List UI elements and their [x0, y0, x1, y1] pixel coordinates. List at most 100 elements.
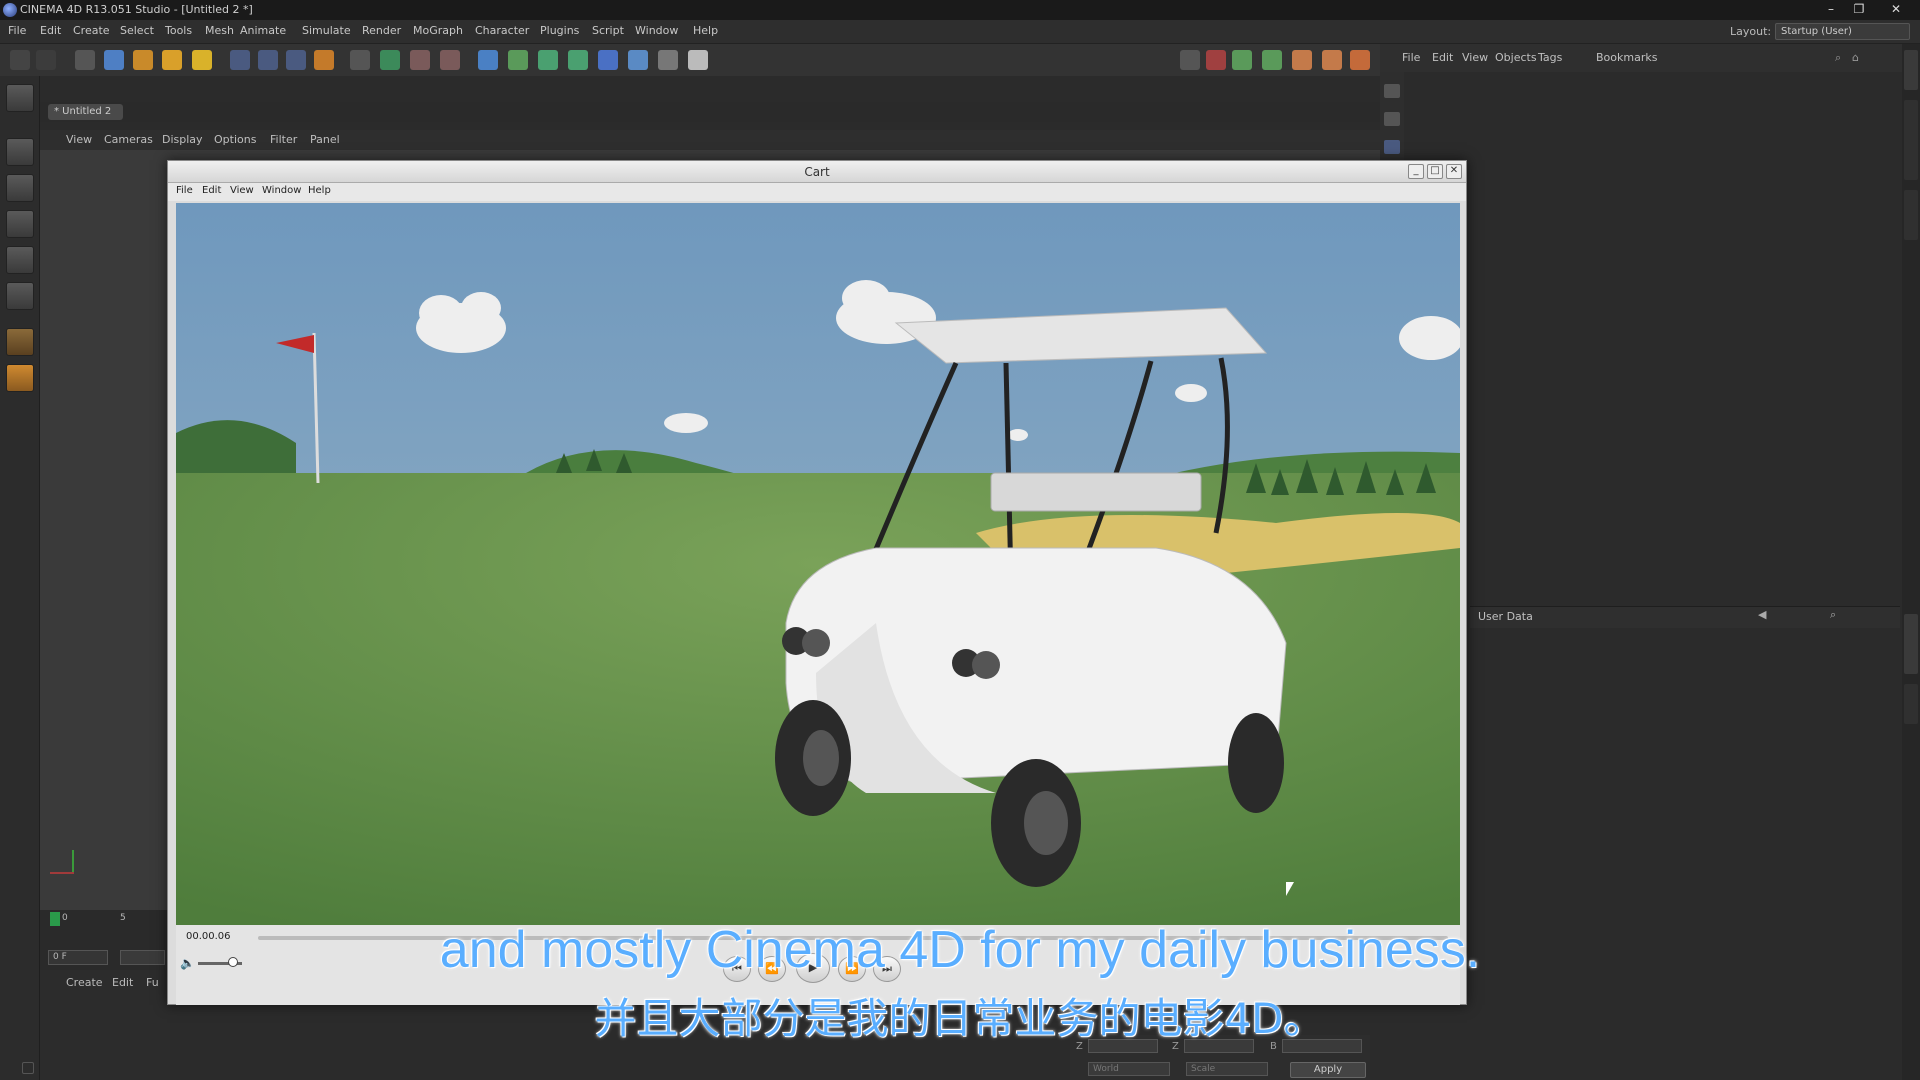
live-select-icon[interactable] [75, 50, 95, 70]
apply-button[interactable]: Apply [1290, 1062, 1366, 1078]
panel-toggle-icon[interactable] [1384, 84, 1400, 98]
om-menu-bookmarks[interactable]: Bookmarks [1596, 51, 1657, 64]
key-param-icon[interactable] [1322, 50, 1342, 70]
tab-content-browser[interactable] [1904, 100, 1918, 180]
om-menu-edit[interactable]: Edit [1432, 51, 1453, 64]
key-pla-icon[interactable] [1350, 50, 1370, 70]
mouse-cursor-icon [1286, 882, 1294, 896]
cart-menu-file[interactable]: File [176, 185, 193, 196]
menu-character[interactable]: Character [475, 24, 529, 37]
menu-animate[interactable]: Animate [240, 24, 286, 37]
key-position-icon[interactable] [1232, 50, 1252, 70]
golf-cart-scene [176, 203, 1460, 925]
edges-mode-icon[interactable] [6, 246, 34, 274]
camera-icon[interactable] [658, 50, 678, 70]
menu-select[interactable]: Select [120, 24, 154, 37]
menu-script[interactable]: Script [592, 24, 624, 37]
axis-mode-icon[interactable] [6, 328, 34, 356]
vm-cameras[interactable]: Cameras [104, 133, 153, 146]
cart-maximize-icon[interactable]: □ [1427, 164, 1443, 179]
move-icon[interactable] [104, 50, 124, 70]
y-axis-icon[interactable] [258, 50, 278, 70]
rendered-image [176, 203, 1460, 925]
attributes-back-icon[interactable]: ◀ [1758, 608, 1766, 621]
menu-mograph[interactable]: MoGraph [413, 24, 463, 37]
coord-space-dropdown[interactable]: World [1088, 1062, 1170, 1076]
add-object-icon[interactable] [192, 50, 212, 70]
texture-mode-icon[interactable] [6, 174, 34, 202]
edit-render-settings-icon[interactable] [440, 50, 460, 70]
tab-attributes[interactable] [1904, 614, 1918, 674]
minimize-icon[interactable]: – [1820, 0, 1842, 20]
cart-close-icon[interactable]: ✕ [1446, 164, 1462, 179]
panel-info-icon[interactable] [1384, 140, 1400, 154]
vm-view[interactable]: View [66, 133, 92, 146]
restore-icon[interactable]: ❐ [1848, 0, 1870, 20]
snap-magnet-icon[interactable] [6, 364, 34, 392]
key-scale-icon[interactable] [1262, 50, 1282, 70]
tab-objects[interactable] [1904, 50, 1918, 90]
cart-minimize-icon[interactable]: _ [1408, 164, 1424, 179]
light-icon[interactable] [688, 50, 708, 70]
cloner-icon[interactable] [568, 50, 588, 70]
rotate-icon[interactable] [162, 50, 182, 70]
key-rotation-icon[interactable] [1292, 50, 1312, 70]
cart-menu-help[interactable]: Help [308, 185, 331, 196]
menu-help[interactable]: Help [693, 24, 718, 37]
floor-icon[interactable] [628, 50, 648, 70]
vm-filter[interactable]: Filter [270, 133, 297, 146]
menu-tools[interactable]: Tools [165, 24, 192, 37]
deformer-icon[interactable] [598, 50, 618, 70]
menu-file[interactable]: File [8, 24, 26, 37]
model-mode-icon[interactable] [6, 138, 34, 166]
x-axis-icon[interactable] [230, 50, 250, 70]
layout-dropdown[interactable]: Startup (User) [1775, 23, 1910, 40]
menu-mesh[interactable]: Mesh [205, 24, 234, 37]
coord-mode-dropdown[interactable]: Scale [1186, 1062, 1268, 1076]
timeline-icon[interactable] [1180, 50, 1200, 70]
cart-menu-edit[interactable]: Edit [202, 185, 221, 196]
menu-render[interactable]: Render [362, 24, 401, 37]
render-picture-viewer-icon[interactable] [380, 50, 400, 70]
attributes-search-icon[interactable]: ⌕ [1830, 608, 1836, 622]
tab-structure[interactable] [1904, 190, 1918, 240]
menu-window[interactable]: Window [635, 24, 678, 37]
undo-icon[interactable] [10, 50, 30, 70]
om-home-icon[interactable]: ⌂ [1852, 51, 1859, 64]
keyframe-record-icon[interactable] [1206, 50, 1226, 70]
main-menubar: File Edit Create Select Tools Mesh Anima… [0, 20, 1920, 44]
cart-menu-view[interactable]: View [230, 185, 254, 196]
menu-create[interactable]: Create [73, 24, 110, 37]
coordinate-system-icon[interactable] [314, 50, 334, 70]
z-axis-icon[interactable] [286, 50, 306, 70]
tab-layers[interactable] [1904, 684, 1918, 724]
om-search-icon[interactable]: ⌕ [1835, 51, 1841, 65]
redo-icon[interactable] [36, 50, 56, 70]
om-menu-tags[interactable]: Tags [1538, 51, 1562, 64]
cube-icon[interactable] [478, 50, 498, 70]
main-toolbar [0, 44, 1380, 76]
cart-window-titlebar[interactable]: Cart _ □ ✕ [168, 161, 1466, 183]
corner-lock-icon[interactable] [22, 1062, 34, 1074]
make-editable-icon[interactable] [6, 84, 34, 112]
close-icon[interactable]: ✕ [1885, 0, 1907, 20]
om-menu-file[interactable]: File [1402, 51, 1420, 64]
render-view-icon[interactable] [350, 50, 370, 70]
render-settings-icon[interactable] [410, 50, 430, 70]
menu-simulate[interactable]: Simulate [302, 24, 351, 37]
vm-options[interactable]: Options [214, 133, 256, 146]
menu-edit[interactable]: Edit [40, 24, 61, 37]
polygons-mode-icon[interactable] [6, 282, 34, 310]
cart-menu-window[interactable]: Window [262, 185, 301, 196]
spline-pen-icon[interactable] [508, 50, 528, 70]
vm-panel[interactable]: Panel [310, 133, 340, 146]
subdivision-icon[interactable] [538, 50, 558, 70]
points-mode-icon[interactable] [6, 210, 34, 238]
om-menu-objects[interactable]: Objects [1495, 51, 1537, 64]
panel-layer-icon[interactable] [1384, 112, 1400, 126]
vm-display[interactable]: Display [162, 133, 203, 146]
om-menu-view[interactable]: View [1462, 51, 1488, 64]
scale-icon[interactable] [133, 50, 153, 70]
tab-untitled-2[interactable]: * Untitled 2 [48, 104, 123, 120]
menu-plugins[interactable]: Plugins [540, 24, 579, 37]
